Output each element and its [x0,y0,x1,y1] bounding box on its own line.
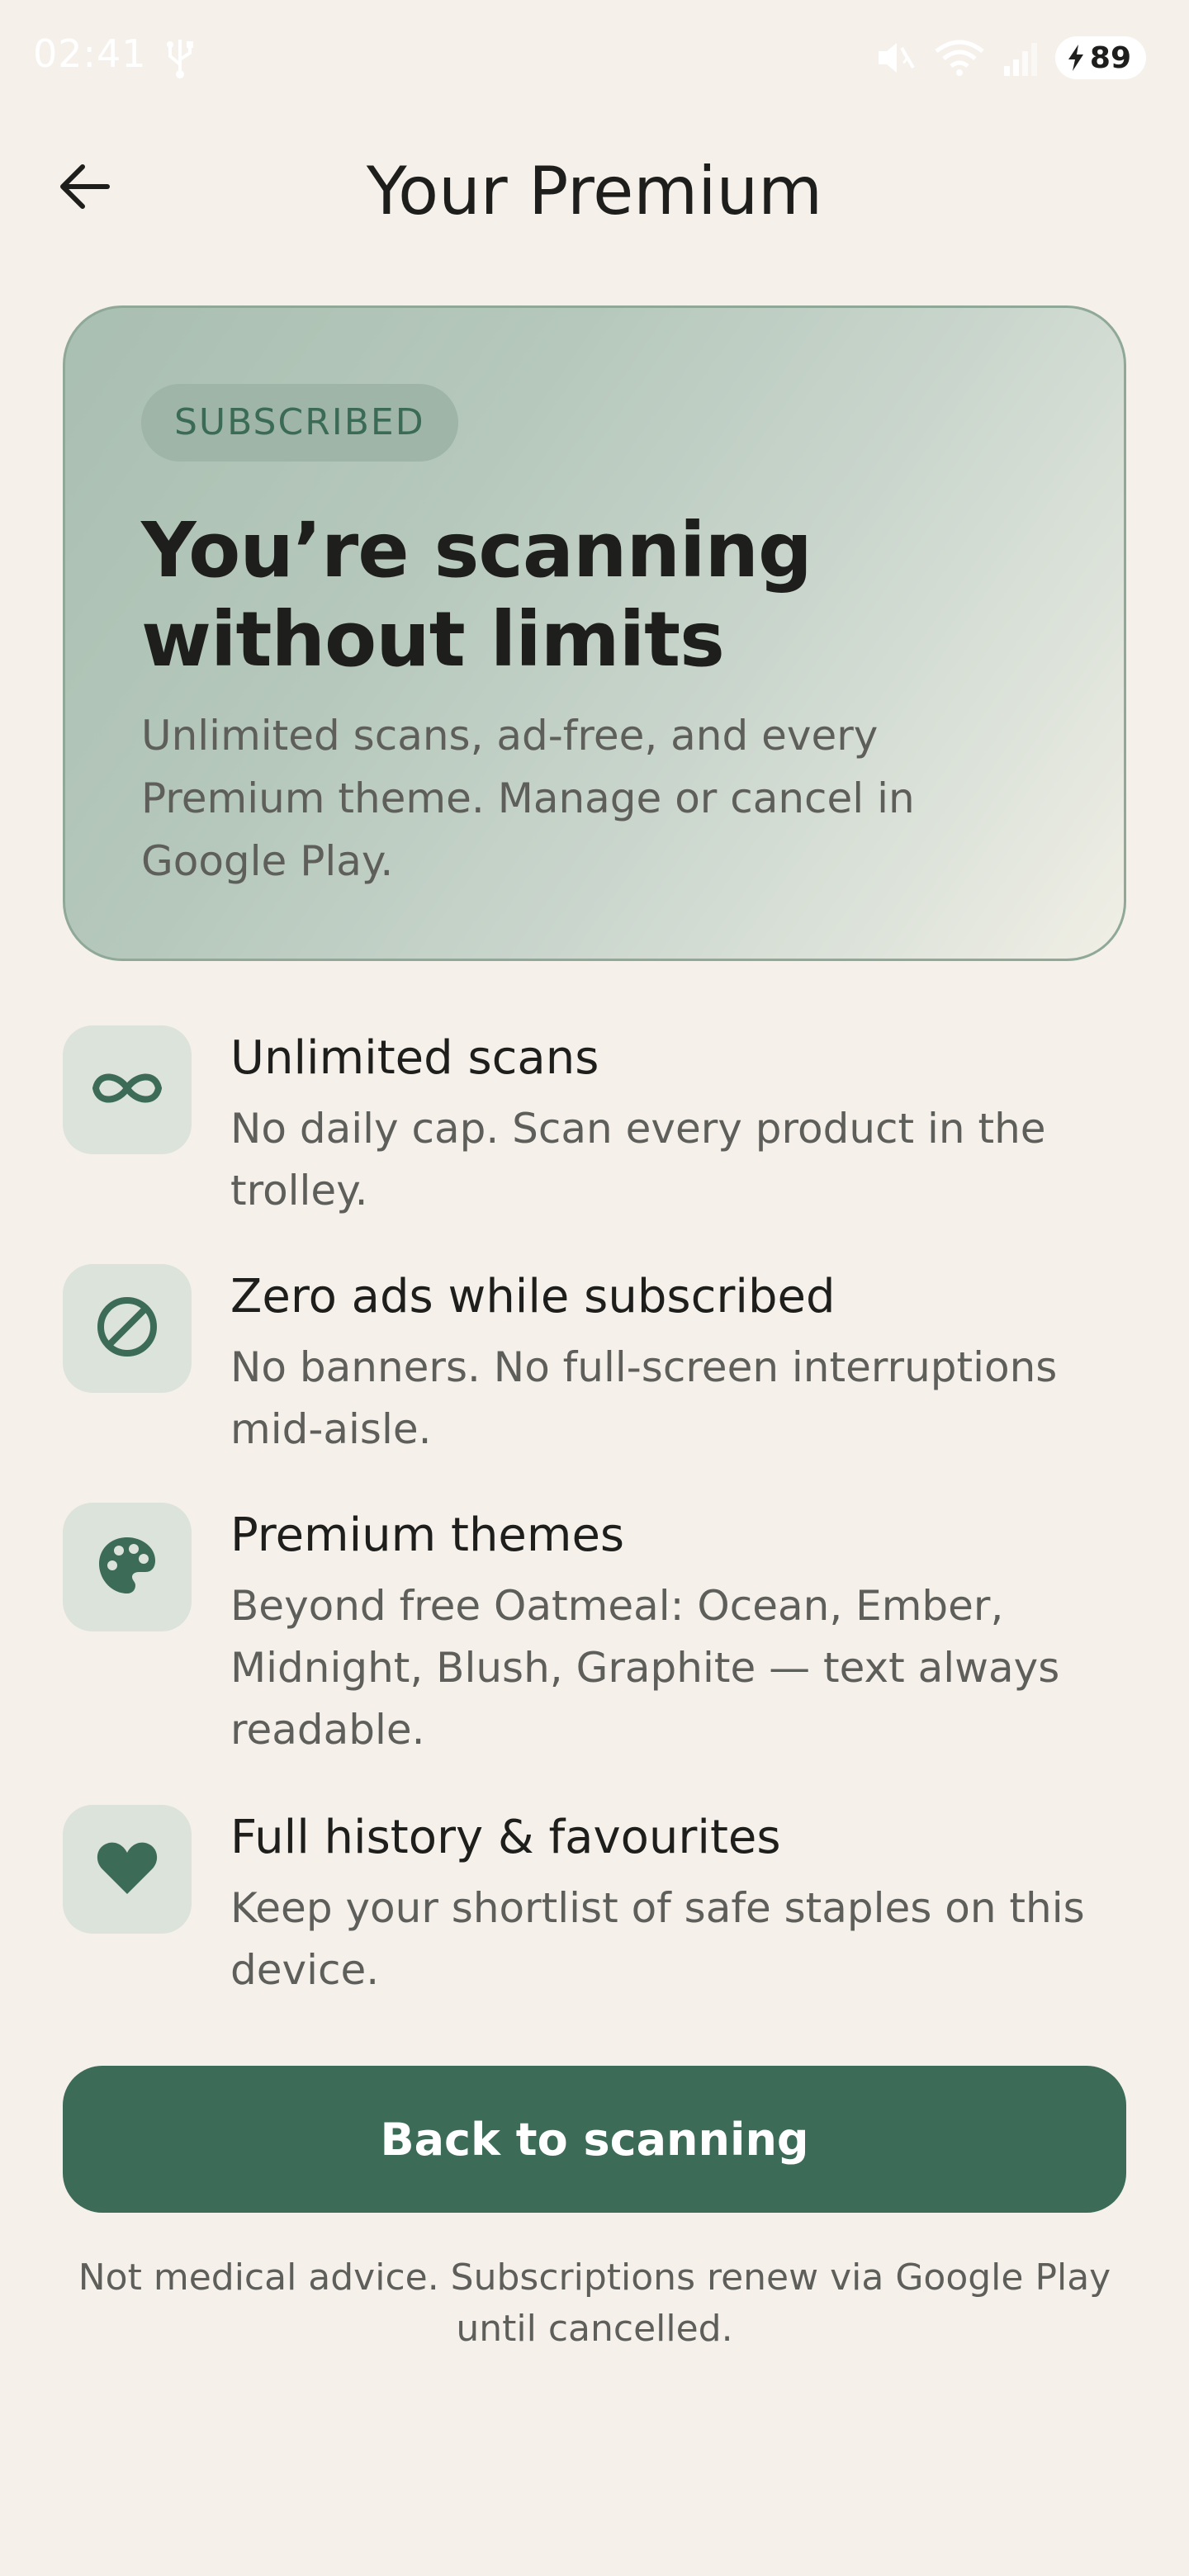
page-title: Your Premium [366,153,823,230]
feature-description: No banners. No full-screen interruptions… [230,1343,1058,1453]
status-time: 02:41 [33,31,147,76]
disclaimer-text: Not medical advice. Subscriptions renew … [78,2256,1111,2350]
usb-icon [162,36,198,79]
feature-description: Beyond free Oatmeal: Ocean, Ember, Midni… [230,1582,1060,1754]
feature-description: No daily cap. Scan every product in the … [230,1105,1046,1215]
hero-body: Unlimited scans, ad-free, and every Prem… [141,712,915,885]
mute-icon [874,38,917,78]
feature-icon-tile [63,1264,192,1393]
feature-description: Keep your shortlist of safe staples on t… [230,1884,1085,1994]
feature-title: Zero ads while subscribed [230,1270,836,1324]
block-icon [94,1294,160,1363]
signal-icon [1002,38,1039,78]
heart-icon [94,1838,160,1901]
battery-indicator: 89 [1054,36,1146,79]
infinity-icon [88,1063,167,1116]
feature-title: Premium themes [230,1508,625,1562]
status-icons: 89 [874,33,1146,83]
palette-icon [94,1532,160,1602]
feature-icon-tile [63,1025,192,1154]
battery-level: 89 [1089,40,1131,75]
charging-bolt-icon [1067,44,1085,72]
feature-title: Unlimited scans [230,1031,599,1085]
hero-heading: You’re scanning without limits [141,506,812,684]
status-badge: SUBSCRIBED [141,384,458,462]
status-bar: 02:41 89 [0,0,1189,116]
back-to-scanning-button[interactable]: Back to scanning [63,2066,1126,2213]
subscription-status-card: SUBSCRIBED You’re scanning without limit… [63,305,1126,961]
feature-icon-tile [63,1503,192,1631]
feature-icon-tile [63,1805,192,1934]
feature-title: Full history & favourites [230,1811,781,1864]
wifi-icon [933,38,986,78]
